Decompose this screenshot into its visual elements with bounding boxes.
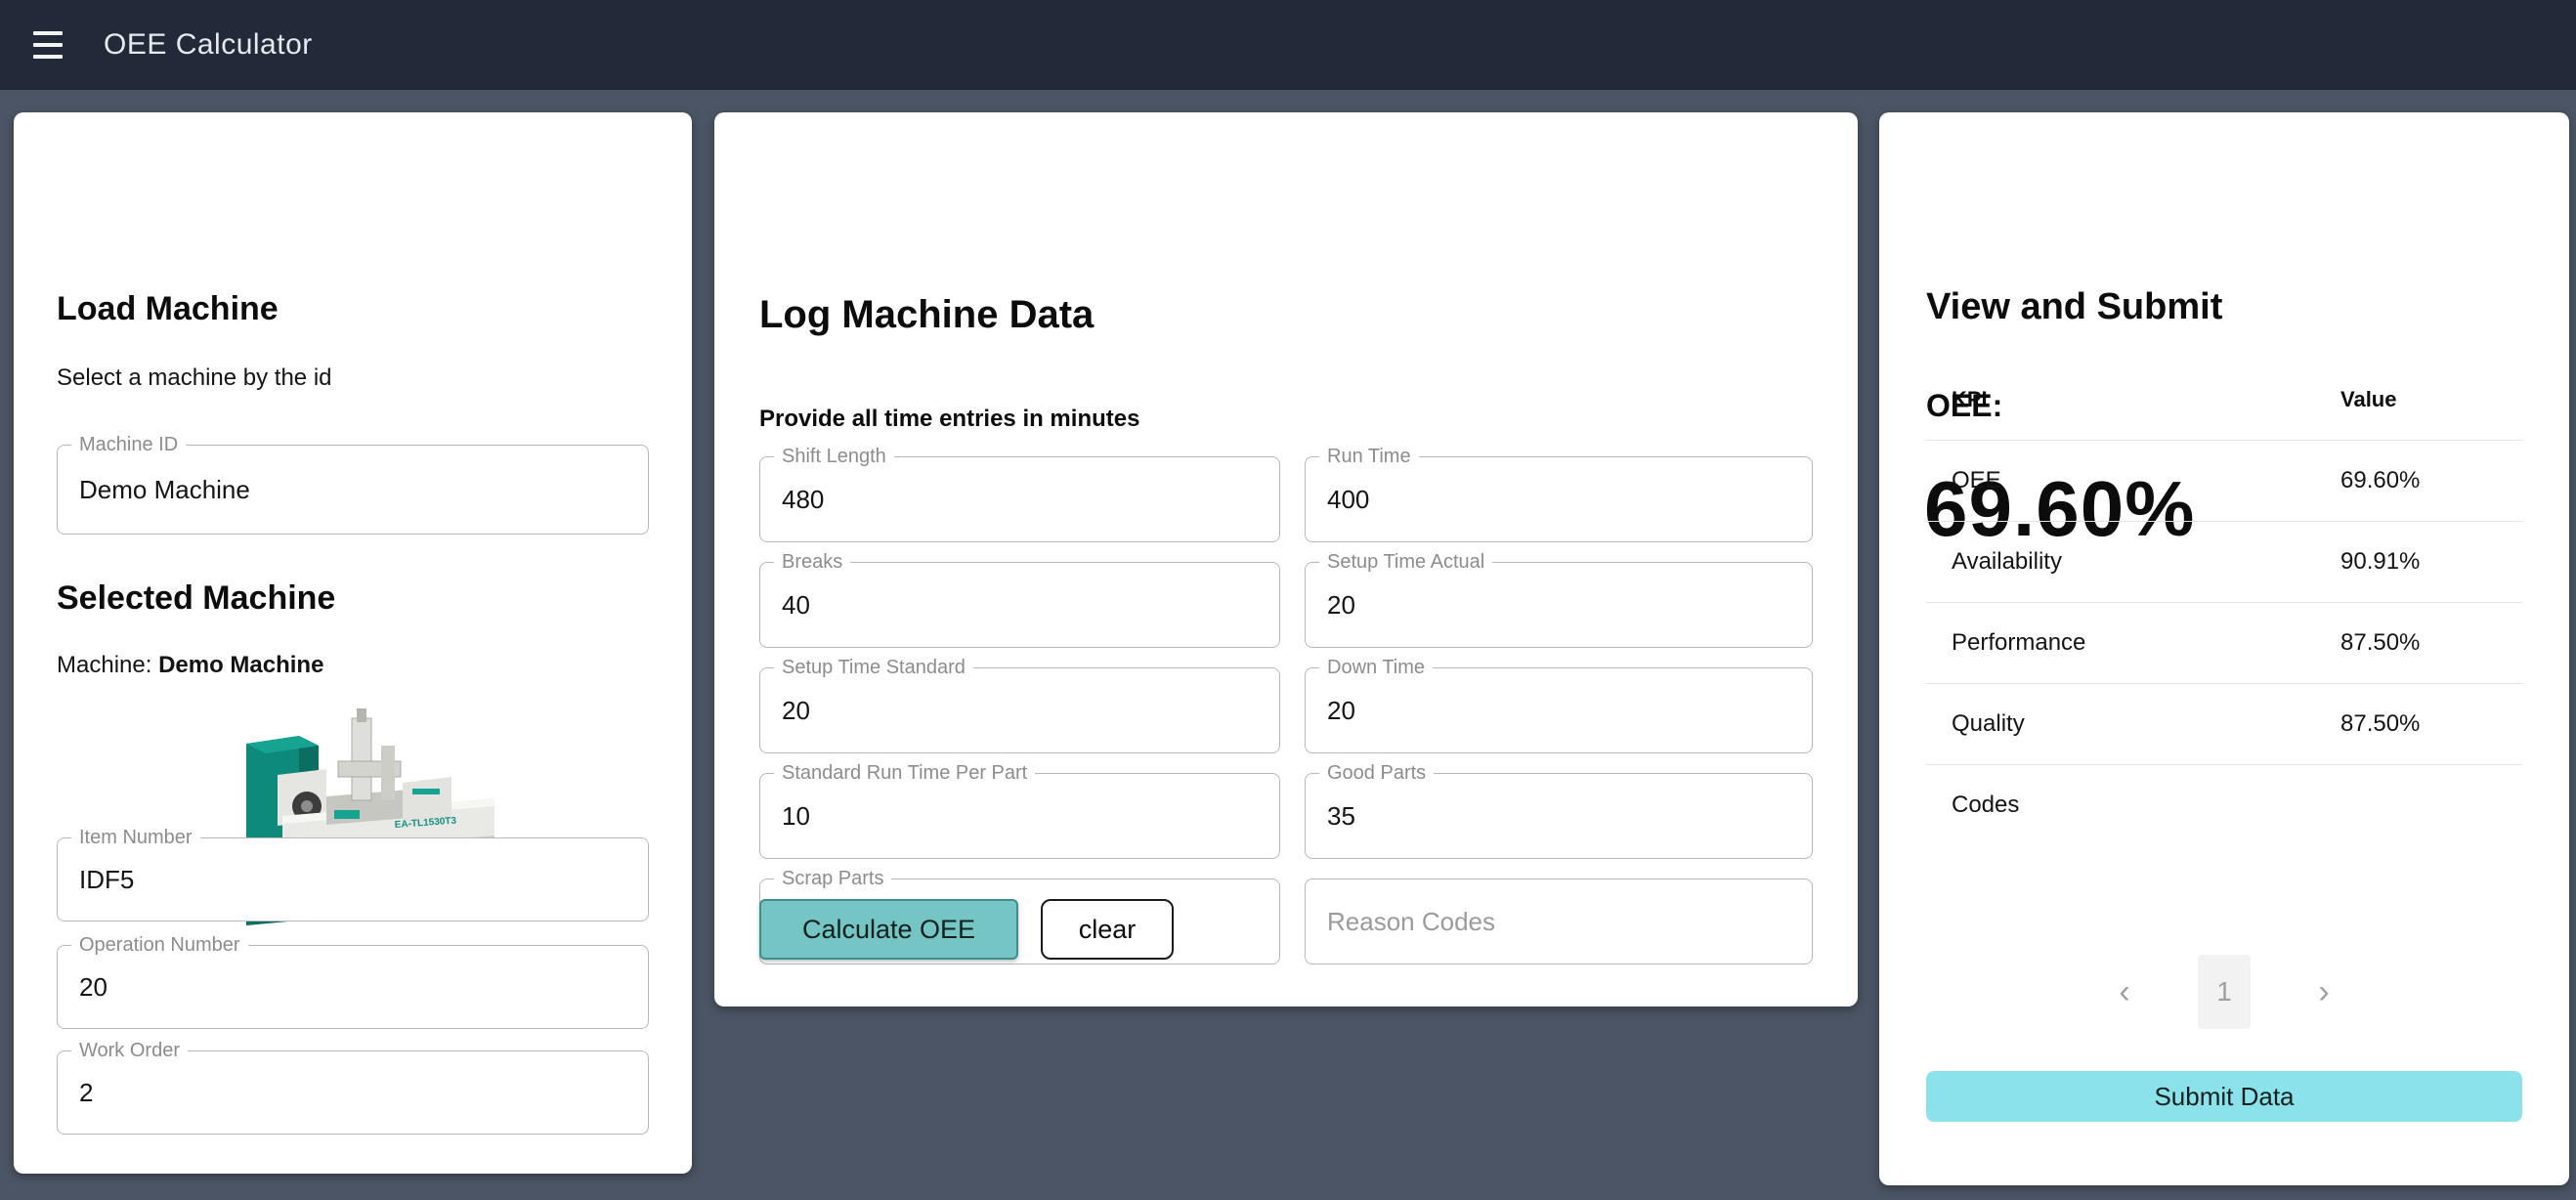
scrap-parts-label: Scrap Parts (774, 866, 891, 891)
work-order-field[interactable]: Work Order (57, 1050, 649, 1135)
pagination-next-icon[interactable]: › (2301, 969, 2346, 1014)
load-machine-card: Load Machine Select a machine by the id … (14, 112, 692, 1174)
app-title: OEE Calculator (104, 28, 313, 62)
machine-id-field[interactable]: Machine ID (57, 445, 649, 535)
machine-id-label: Machine ID (71, 432, 186, 457)
clear-button[interactable]: clear (1041, 899, 1174, 960)
item-number-label: Item Number (71, 825, 200, 850)
value-cell: 69.60% (2340, 467, 2522, 494)
down-time-input[interactable] (1306, 668, 1812, 752)
shift-length-field[interactable]: Shift Length (759, 456, 1280, 542)
reason-codes-input[interactable] (1306, 879, 1812, 964)
breaks-field[interactable]: Breaks (759, 562, 1280, 648)
kpi-cell: Performance (1952, 629, 2340, 657)
operation-number-label: Operation Number (71, 932, 248, 958)
kpi-table-header: KPI Value (1926, 360, 2522, 440)
value-cell: 90.91% (2340, 548, 2522, 576)
machine-line-label: Machine: (57, 652, 158, 678)
log-data-title: Log Machine Data (759, 293, 1094, 337)
setup-time-standard-field[interactable]: Setup Time Standard (759, 667, 1280, 753)
load-machine-subtitle: Select a machine by the id (57, 364, 332, 392)
pagination: ‹ 1 › (1926, 953, 2522, 1031)
standard-run-time-field[interactable]: Standard Run Time Per Part (759, 773, 1280, 859)
value-cell: 87.50% (2340, 629, 2522, 657)
standard-run-time-input[interactable] (760, 774, 1279, 858)
setup-time-actual-label: Setup Time Actual (1319, 549, 1492, 575)
hamburger-menu-icon[interactable] (23, 16, 82, 74)
run-time-label: Run Time (1319, 444, 1419, 469)
operation-number-input[interactable] (58, 946, 648, 1028)
log-machine-data-card: Log Machine Data Provide all time entrie… (714, 112, 1858, 1007)
kpi-cell: Codes (1952, 792, 2340, 819)
time-entry-grid: Shift Length Run Time Breaks Setup Time … (759, 456, 1813, 964)
value-cell: 87.50% (2340, 710, 2522, 738)
operation-number-field[interactable]: Operation Number (57, 945, 649, 1029)
standard-run-time-label: Standard Run Time Per Part (774, 760, 1035, 786)
item-number-input[interactable] (58, 838, 648, 921)
value-header-cell: Value (2340, 387, 2522, 412)
calculate-oee-button[interactable]: Calculate OEE (759, 899, 1018, 960)
pagination-page-1[interactable]: 1 (2198, 955, 2251, 1029)
kpi-table: KPI Value OEE 69.60% Availability 90.91%… (1926, 360, 2522, 845)
machine-line-value: Demo Machine (158, 652, 323, 678)
table-row: Quality 87.50% (1926, 683, 2522, 764)
work-order-input[interactable] (58, 1051, 648, 1134)
load-machine-title: Load Machine (57, 290, 279, 328)
setup-time-actual-field[interactable]: Setup Time Actual (1305, 562, 1813, 648)
good-parts-label: Good Parts (1319, 760, 1434, 786)
table-row: Performance 87.50% (1926, 602, 2522, 683)
setup-time-standard-label: Setup Time Standard (774, 655, 973, 680)
machine-id-input[interactable] (58, 446, 648, 534)
run-time-field[interactable]: Run Time (1305, 456, 1813, 542)
submit-data-button[interactable]: Submit Data (1926, 1071, 2522, 1122)
table-row: Codes (1926, 764, 2522, 845)
view-submit-card: View and Submit OEE: 69.60% KPI Value OE… (1879, 112, 2569, 1185)
shift-length-label: Shift Length (774, 444, 894, 469)
log-data-subtitle: Provide all time entries in minutes (759, 406, 1139, 433)
good-parts-field[interactable]: Good Parts (1305, 773, 1813, 859)
reason-codes-field[interactable] (1305, 879, 1813, 964)
work-order-label: Work Order (71, 1038, 188, 1063)
selected-machine-line: Machine: Demo Machine (57, 652, 323, 679)
down-time-field[interactable]: Down Time (1305, 667, 1813, 753)
down-time-label: Down Time (1319, 655, 1433, 680)
shift-length-input[interactable] (760, 457, 1279, 541)
kpi-header-cell: KPI (1952, 387, 2340, 412)
action-button-row: Calculate OEE clear (759, 899, 1174, 960)
good-parts-input[interactable] (1306, 774, 1812, 858)
view-submit-title: View and Submit (1926, 286, 2222, 328)
kpi-cell: Quality (1952, 710, 2340, 738)
selected-machine-title: Selected Machine (57, 579, 335, 618)
pagination-prev-icon[interactable]: ‹ (2102, 969, 2147, 1014)
kpi-cell: OEE (1952, 467, 2340, 494)
kpi-cell: Availability (1952, 548, 2340, 576)
item-number-field[interactable]: Item Number (57, 837, 649, 921)
run-time-input[interactable] (1306, 457, 1812, 541)
breaks-input[interactable] (760, 563, 1279, 647)
table-row: Availability 90.91% (1926, 521, 2522, 602)
setup-time-standard-input[interactable] (760, 668, 1279, 752)
app-bar: OEE Calculator (0, 0, 2576, 90)
table-row: OEE 69.60% (1926, 440, 2522, 521)
breaks-label: Breaks (774, 549, 850, 575)
setup-time-actual-input[interactable] (1306, 563, 1812, 647)
